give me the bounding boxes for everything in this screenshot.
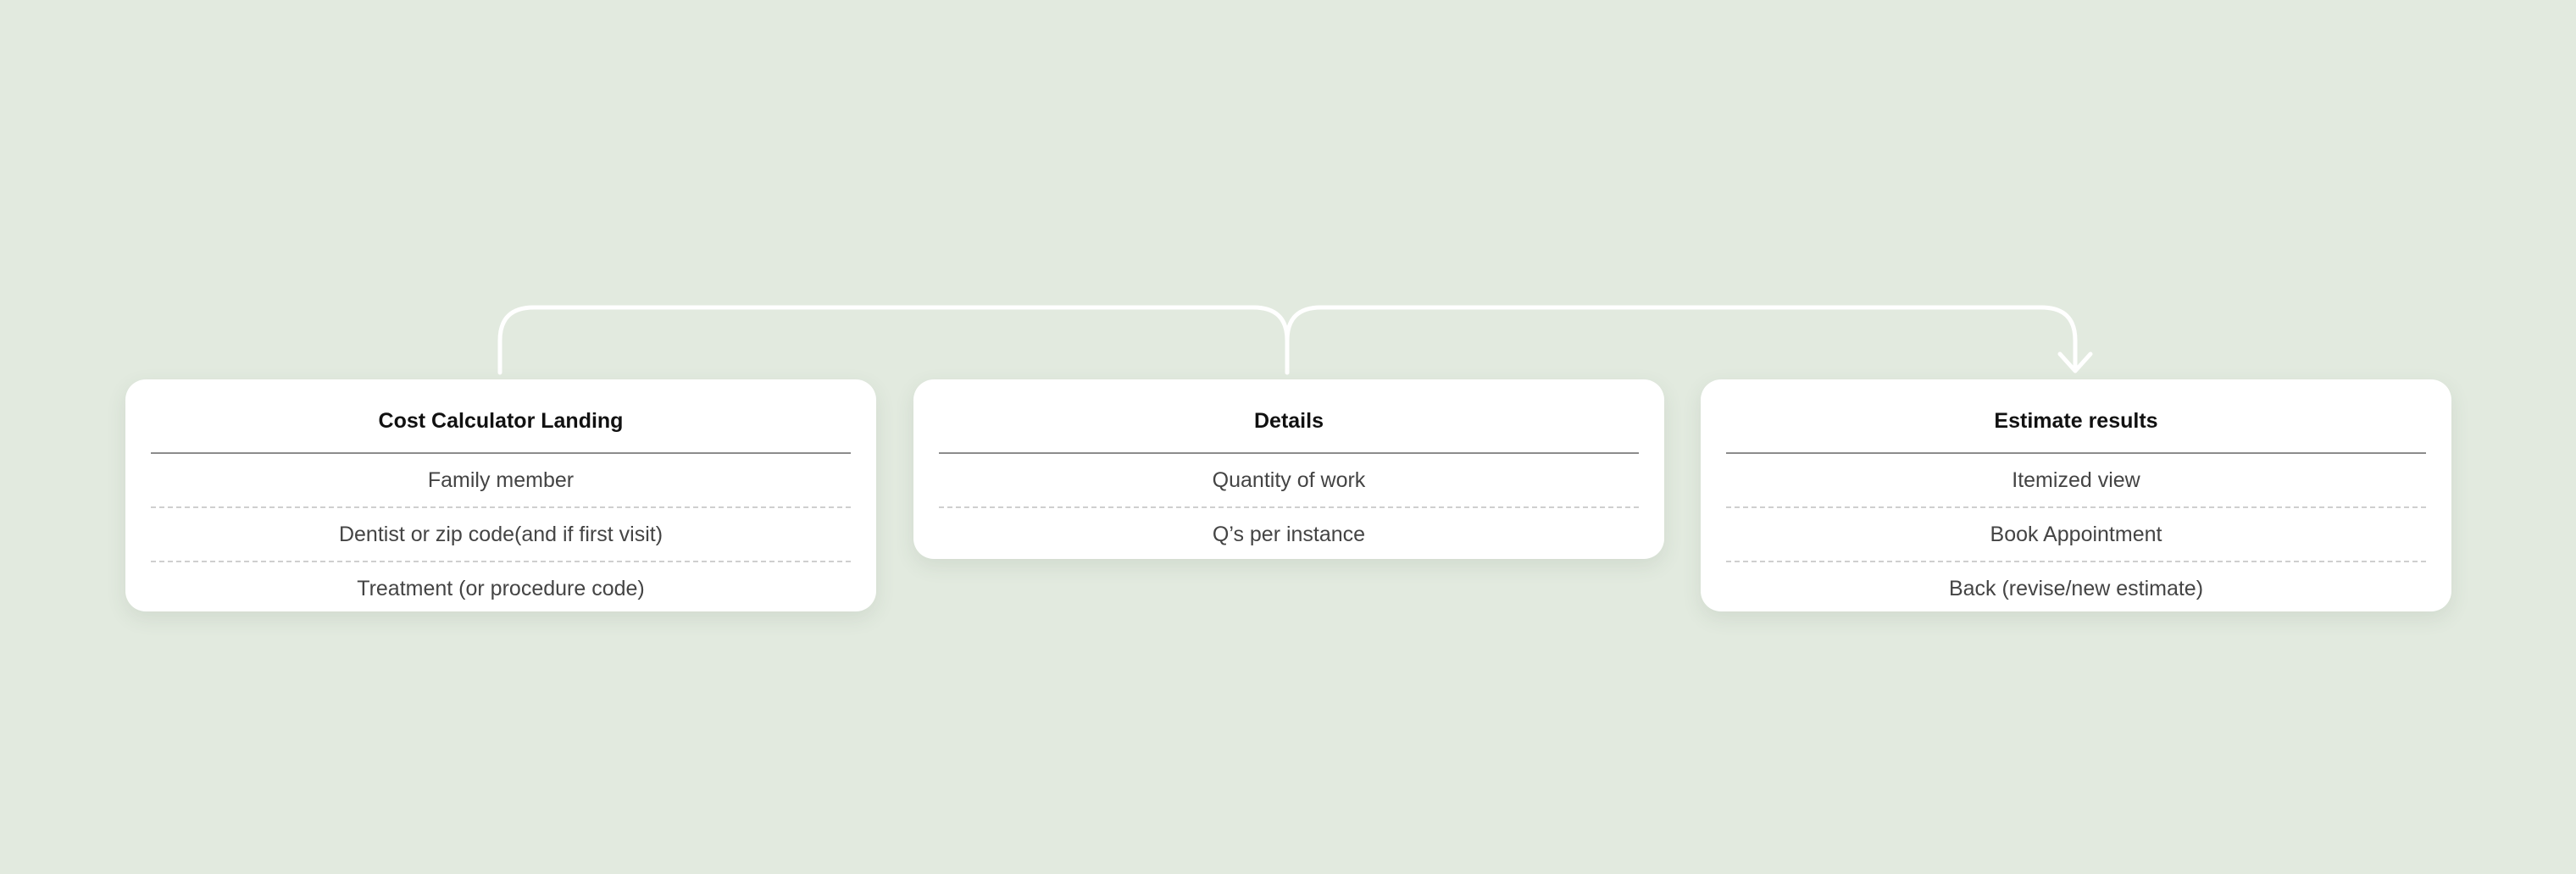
node-items: Quantity of work Q’s per instance [939,454,1639,561]
node-item-itemized-view: Itemized view [2012,468,2140,492]
node-details: Details Quantity of work Q’s per instanc… [913,379,1664,559]
node-item-book-appointment: Book Appointment [1726,506,2426,561]
node-title: Estimate results [1726,390,2426,454]
node-estimate-results: Estimate results Itemized view Book Appo… [1701,379,2451,611]
node-item-family-member: Family member [427,468,575,492]
node-title: Cost Calculator Landing [151,390,851,454]
node-title: Details [939,390,1639,454]
node-item-dentist-or-zip: Dentist or zip code(and if first visit) [151,506,851,561]
node-item-quantity-of-work: Quantity of work [1212,468,1366,492]
node-items: Family member Dentist or zip code(and if… [151,454,851,615]
connector-landing-to-details [497,305,1290,375]
node-cost-calculator-landing: Cost Calculator Landing Family member De… [125,379,876,611]
connector-details-to-estimate [1285,305,2078,375]
node-item-back: Back (revise/new estimate) [1726,561,2426,615]
node-item-qs-per-instance: Q’s per instance [939,506,1639,561]
node-item-treatment: Treatment (or procedure code) [151,561,851,615]
node-items: Itemized view Book Appointment Back (rev… [1726,454,2426,615]
